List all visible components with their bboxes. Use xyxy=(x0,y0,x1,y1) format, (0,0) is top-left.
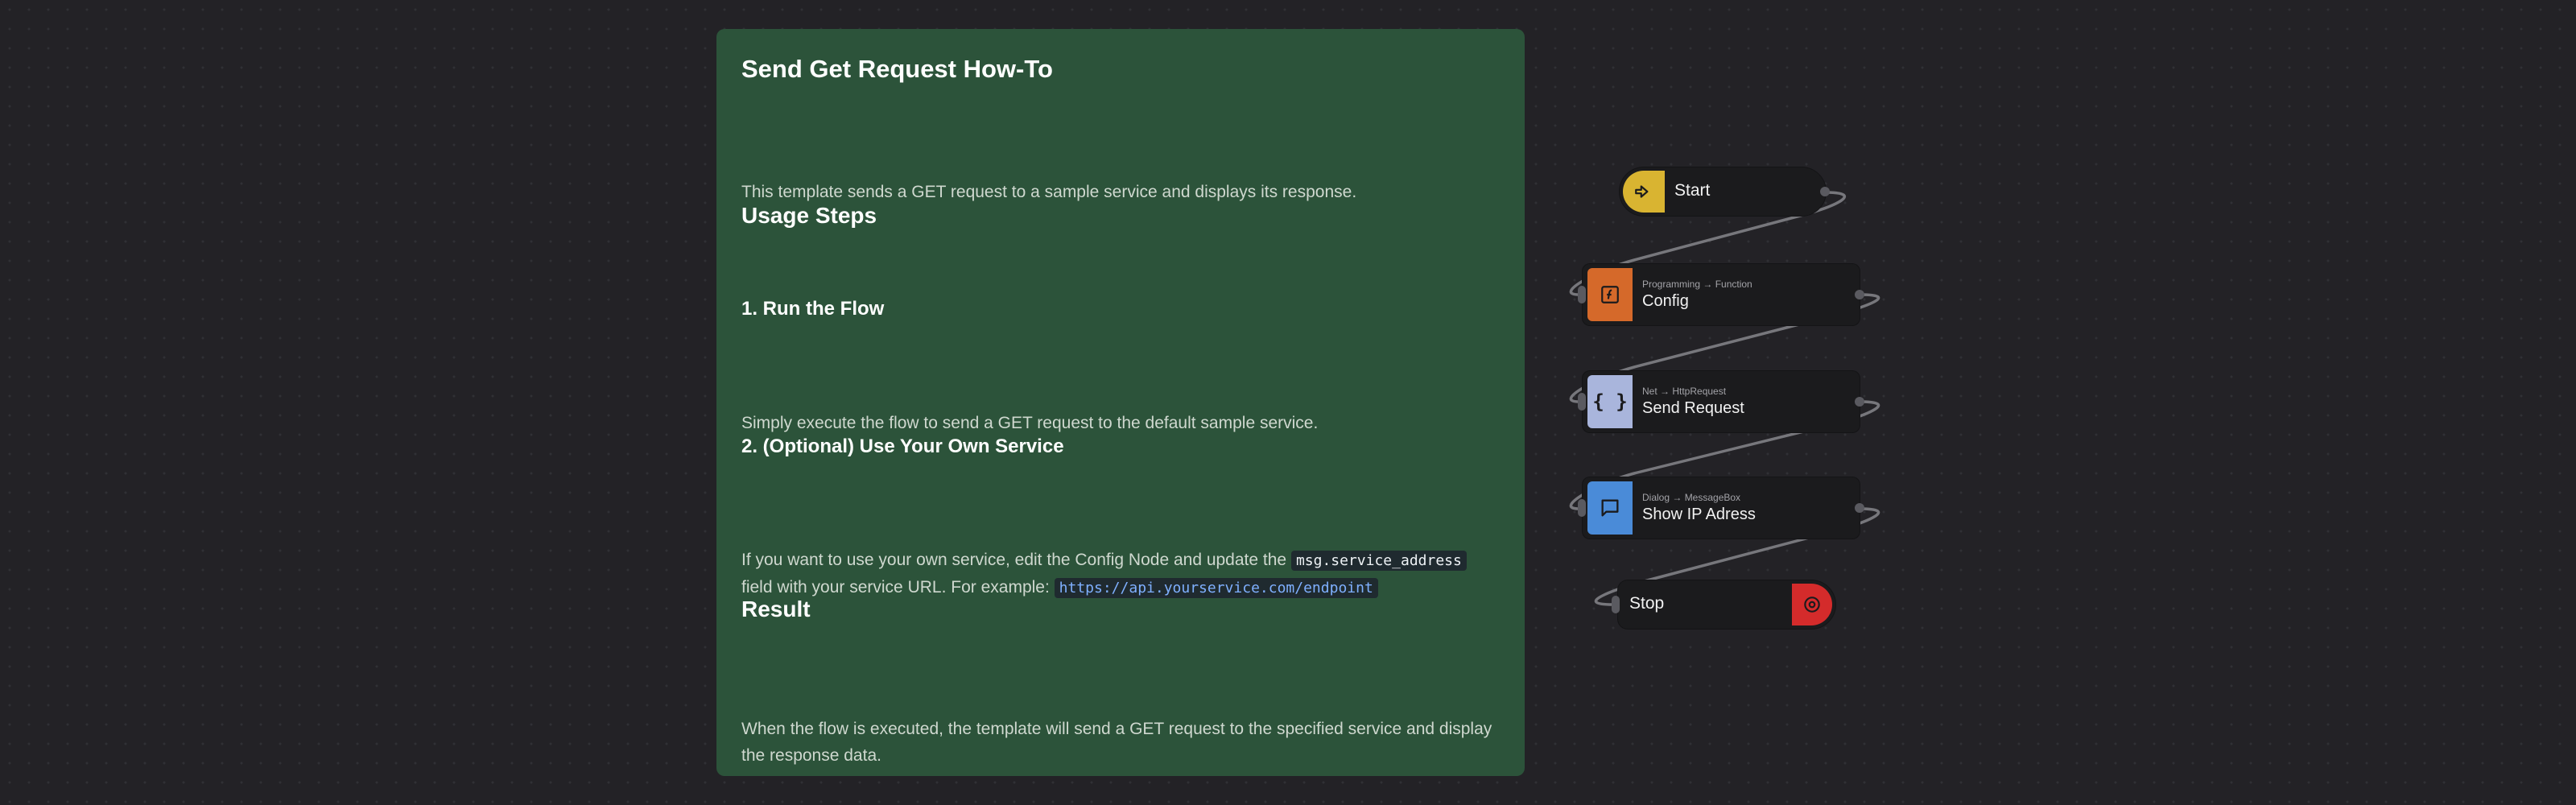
enter-icon xyxy=(1623,171,1665,213)
show-ip-node[interactable]: Dialog → MessageBox Show IP Adress xyxy=(1578,477,1864,539)
message-icon xyxy=(1587,481,1633,535)
start-node[interactable]: Start xyxy=(1620,167,1830,216)
config-input-port[interactable] xyxy=(1578,286,1586,303)
stop-label: Stop xyxy=(1629,594,1665,613)
send-request-output-port[interactable] xyxy=(1855,397,1864,407)
start-output-port[interactable] xyxy=(1820,187,1830,196)
stop-icon xyxy=(1792,584,1832,625)
show-ip-category: Dialog → MessageBox xyxy=(1642,492,1741,503)
stop-input-port[interactable] xyxy=(1612,596,1620,613)
send-request-category: Net → HttpRequest xyxy=(1642,386,1727,397)
function-icon xyxy=(1587,268,1633,321)
show-ip-output-port[interactable] xyxy=(1855,503,1864,513)
config-output-port[interactable] xyxy=(1855,290,1864,299)
config-node[interactable]: Programming → Function Config xyxy=(1578,264,1864,325)
send-request-title: Send Request xyxy=(1642,399,1744,417)
config-category: Programming → Function xyxy=(1642,279,1752,290)
send-request-input-port[interactable] xyxy=(1578,393,1586,411)
flow-connections xyxy=(1569,191,1880,606)
send-request-node[interactable]: { } Net → HttpRequest Send Request xyxy=(1578,371,1864,432)
braces-icon: { } xyxy=(1587,375,1633,428)
stop-node[interactable]: Stop xyxy=(1612,580,1835,629)
start-label: Start xyxy=(1674,181,1711,200)
show-ip-input-port[interactable] xyxy=(1578,499,1586,517)
config-title: Config xyxy=(1642,292,1689,310)
show-ip-title: Show IP Adress xyxy=(1642,506,1756,523)
